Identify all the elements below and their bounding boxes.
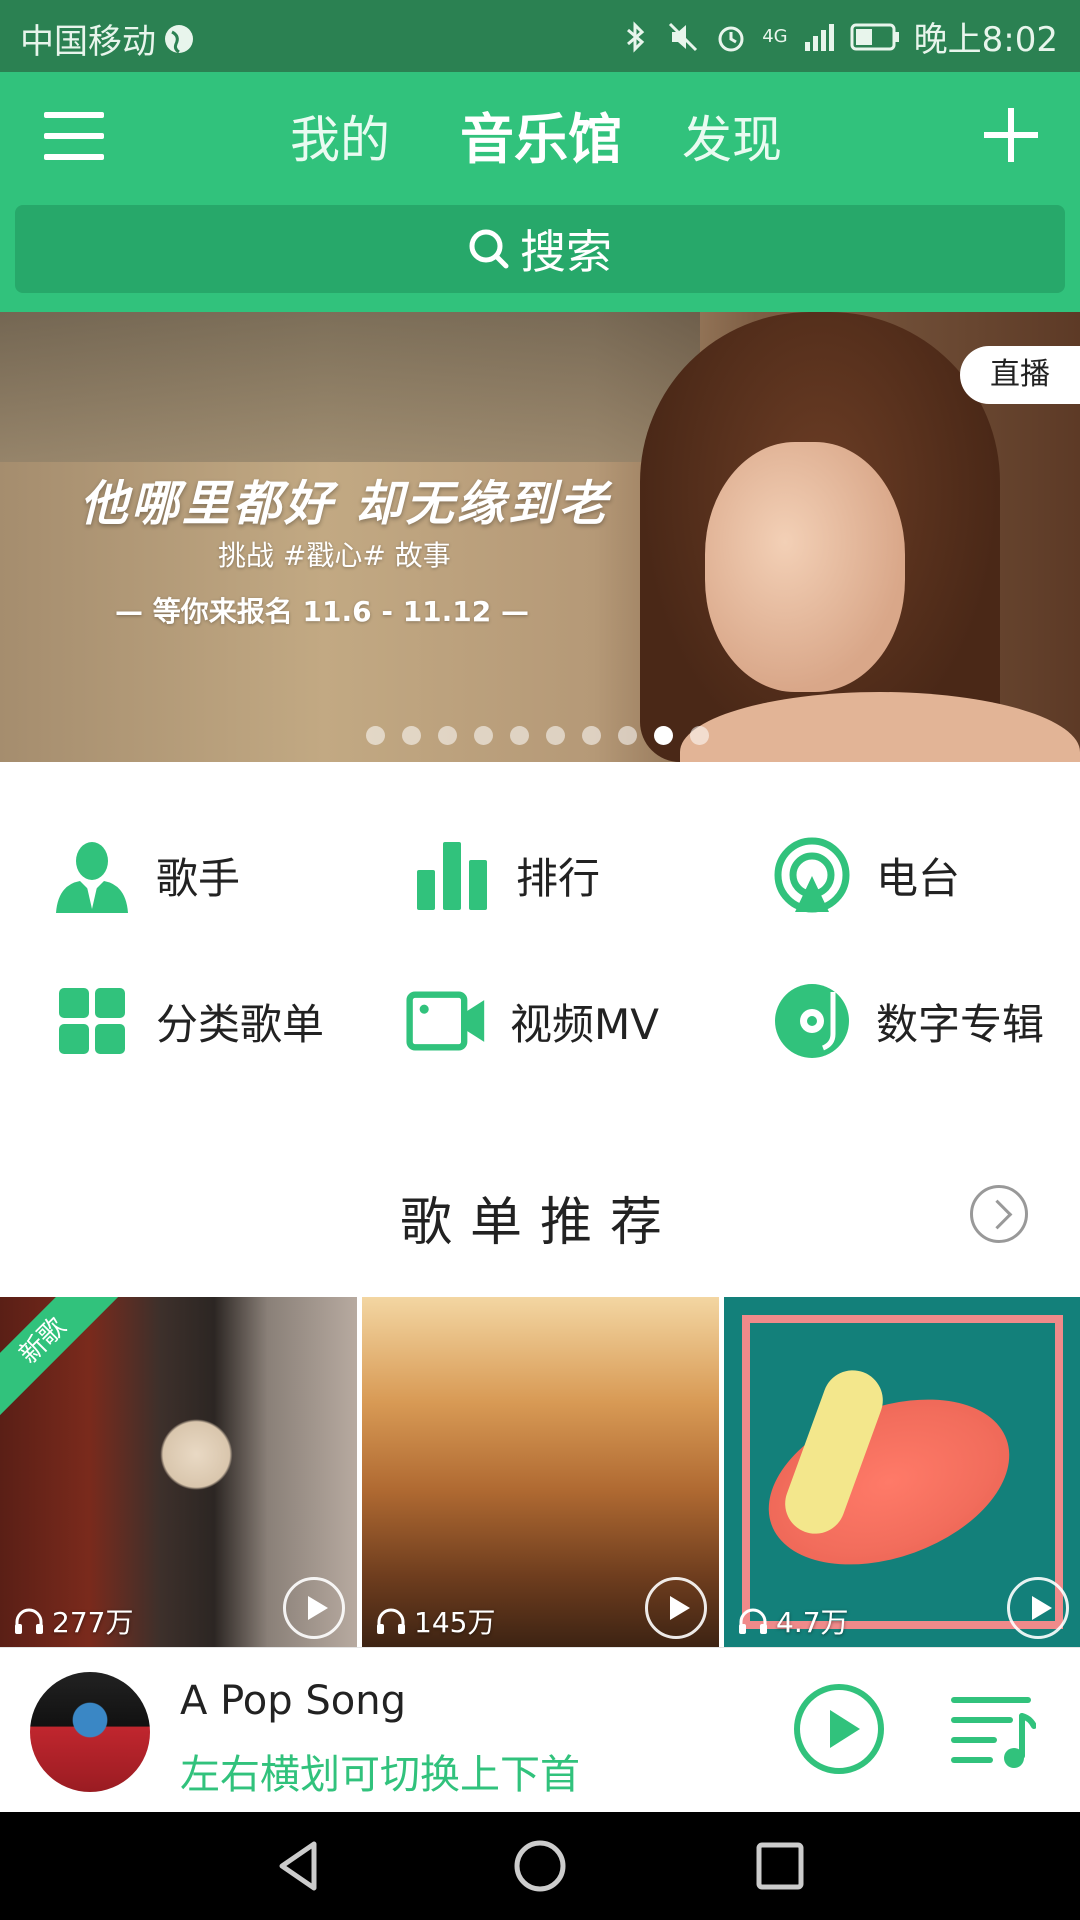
carousel-dot (438, 726, 457, 745)
banner-face (705, 442, 905, 692)
category-label: 排行 (516, 853, 601, 903)
playlist-card[interactable]: 新歌 277万 (0, 1297, 357, 1647)
top-tabs: 我的 音乐馆 发现 (0, 100, 1080, 180)
headphones-icon (377, 1608, 405, 1634)
clock: 晚上8:02 (913, 20, 1058, 60)
play-count: 277万 (14, 1601, 133, 1641)
headphones-icon (739, 1608, 767, 1634)
carrier-group: 中国移动 (20, 14, 196, 63)
category-label: 数字专辑 (876, 999, 1045, 1049)
playlist-queue-icon[interactable] (950, 1686, 1036, 1776)
carousel-dot (690, 726, 709, 745)
category-playlists[interactable]: 分类歌单 (52, 976, 324, 1066)
category-label: 歌手 (156, 853, 241, 903)
carousel-dot (618, 726, 637, 745)
live-badge[interactable]: 直播 (960, 346, 1080, 404)
play-button[interactable] (794, 1684, 884, 1774)
app-header: 我的 音乐馆 发现 搜索 (0, 72, 1080, 312)
screen: 中国移动 4G 晚上8:02 我的 音乐馆 发现 搜索 他哪里都好 却无缘到老 … (0, 0, 1080, 1920)
bluetooth-icon (627, 20, 645, 53)
carousel-dot (546, 726, 565, 745)
play-count-value: 4.7万 (776, 1606, 849, 1639)
back-icon[interactable] (270, 1836, 330, 1896)
headphones-icon (15, 1608, 43, 1634)
video-camera-icon (406, 981, 486, 1061)
search-bar[interactable]: 搜索 (15, 205, 1065, 293)
status-bar: 中国移动 4G 晚上8:02 (0, 0, 1080, 72)
carousel-dot (582, 726, 601, 745)
play-count: 4.7万 (738, 1601, 849, 1641)
signal-icon (804, 23, 834, 51)
section-title: 歌单推荐 (399, 1193, 680, 1253)
grid-icon (52, 981, 132, 1061)
carrier-label: 中国移动 (20, 22, 156, 62)
category-digital-album[interactable]: 数字专辑 (772, 976, 1044, 1066)
carousel-dot (510, 726, 529, 745)
carousel-dots (366, 726, 709, 745)
carousel-dot (402, 726, 421, 745)
recents-icon[interactable] (750, 1836, 810, 1896)
mini-player[interactable]: A Pop Song 左右横划可切换上下首 (0, 1647, 1080, 1812)
plus-icon[interactable] (984, 108, 1038, 162)
globe-icon (165, 24, 193, 53)
search-label: 搜索 (520, 225, 612, 279)
now-playing-cover[interactable] (30, 1672, 150, 1792)
chevron-right-icon[interactable] (970, 1185, 1028, 1243)
status-icons: 4G 晚上8:02 (618, 12, 1058, 61)
album-disc-icon (772, 981, 852, 1061)
banner-title: 他哪里都好 却无缘到老 (80, 476, 610, 532)
category-label: 视频MV (510, 999, 659, 1049)
category-radio[interactable]: 电台 (772, 830, 960, 920)
play-icon[interactable] (283, 1577, 345, 1639)
carousel-dot (366, 726, 385, 745)
singer-icon (52, 835, 132, 915)
playlist-card[interactable]: 145万 (362, 1297, 719, 1647)
radio-icon (772, 835, 852, 915)
play-icon[interactable] (1007, 1577, 1069, 1639)
play-count-value: 277万 (52, 1606, 134, 1639)
banner-background (0, 312, 700, 462)
play-count: 145万 (376, 1601, 495, 1641)
category-rank[interactable]: 排行 (412, 830, 600, 920)
home-icon[interactable] (510, 1836, 570, 1896)
play-count-value: 145万 (414, 1606, 496, 1639)
banner-date: — 等你来报名 11.6 - 11.12 — (115, 595, 530, 628)
tab-discover[interactable]: 发现 (682, 100, 782, 180)
battery-icon (850, 23, 899, 50)
playlist-card[interactable]: 4.7万 (724, 1297, 1080, 1647)
category-label: 分类歌单 (156, 999, 325, 1049)
tab-mine[interactable]: 我的 (290, 100, 390, 180)
banner-subtitle: 挑战 #戳心# 故事 (218, 539, 451, 572)
carousel-dot (654, 726, 673, 745)
category-singer[interactable]: 歌手 (52, 830, 240, 920)
search-icon (469, 229, 509, 269)
network-label: 4G (762, 26, 788, 47)
promo-banner[interactable]: 他哪里都好 却无缘到老 挑战 #戳心# 故事 — 等你来报名 11.6 - 11… (0, 312, 1080, 762)
swipe-hint: 左右横划可切换上下首 (180, 1752, 580, 1798)
category-mv[interactable]: 视频MV (406, 976, 659, 1066)
carousel-dot (474, 726, 493, 745)
system-nav-bar (0, 1812, 1080, 1920)
tab-music-hall[interactable]: 音乐馆 (460, 100, 622, 180)
now-playing-title: A Pop Song (180, 1678, 406, 1724)
play-icon[interactable] (645, 1577, 707, 1639)
chart-bars-icon (412, 835, 492, 915)
category-label: 电台 (876, 853, 961, 903)
mute-icon (669, 22, 698, 51)
alarm-icon (718, 26, 744, 51)
